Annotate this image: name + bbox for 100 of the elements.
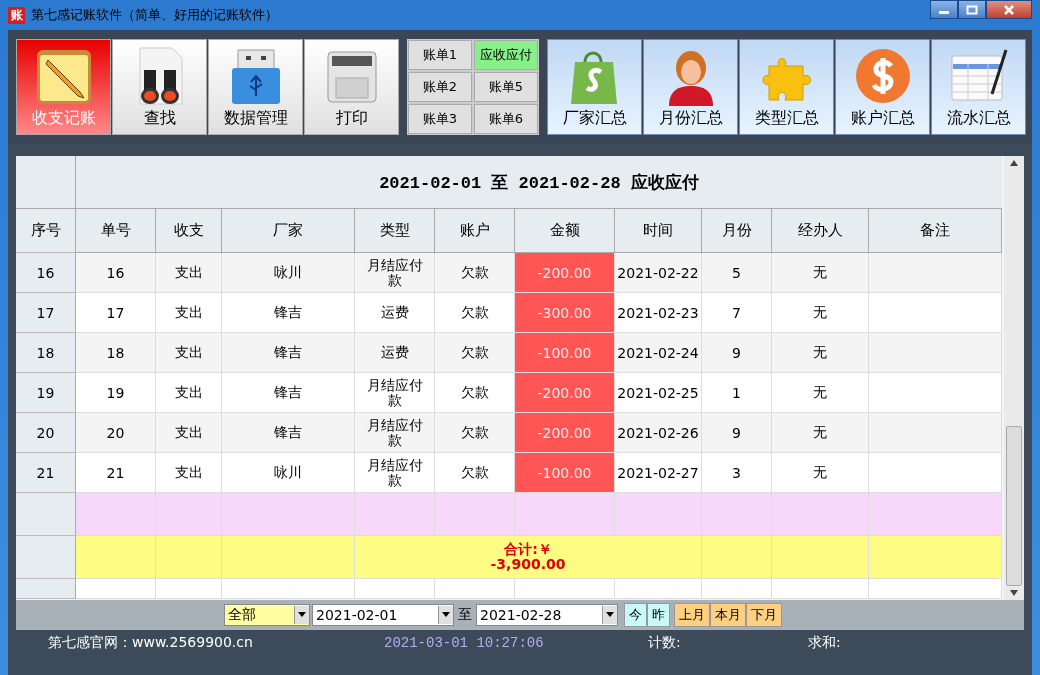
range-label: 至 bbox=[457, 606, 473, 624]
column-header: 经办人 bbox=[772, 209, 869, 253]
column-header: 类型 bbox=[355, 209, 435, 253]
vendor-cell: 咏川 bbox=[222, 253, 355, 293]
date-cell: 2021-02-23 bbox=[615, 293, 702, 333]
type-cell: 运费 bbox=[355, 333, 435, 373]
website-text: 第七感官网：www.2569900.cn bbox=[48, 634, 254, 652]
type-cell: 月结应付款 bbox=[355, 453, 435, 493]
month-button[interactable]: 上月 bbox=[674, 603, 710, 627]
account-cell: 欠款 bbox=[435, 333, 515, 373]
ledger-tab[interactable]: 账单5 bbox=[474, 72, 538, 102]
date-cell: 2021-02-24 bbox=[615, 333, 702, 373]
toolbar-button[interactable]: 数据管理 bbox=[208, 39, 303, 135]
amount-cell: -100.00 bbox=[515, 333, 615, 373]
ledger-tab[interactable]: 账单1 bbox=[408, 40, 472, 70]
column-header: 月份 bbox=[702, 209, 772, 253]
datetime-text: 2021-03-01 10:27:06 bbox=[384, 635, 545, 651]
table-cell bbox=[156, 536, 222, 579]
row-number: 21 bbox=[16, 453, 76, 493]
vendor-cell: 锋吉 bbox=[222, 373, 355, 413]
date-cell: 2021-02-25 bbox=[615, 373, 702, 413]
ledger-tab[interactable]: 应收应付 bbox=[474, 40, 538, 70]
account-cell: 欠款 bbox=[435, 373, 515, 413]
start-date-field[interactable]: 2021-02-01 bbox=[312, 604, 454, 626]
vendor-cell: 咏川 bbox=[222, 453, 355, 493]
amount-cell: -100.00 bbox=[515, 453, 615, 493]
close-button[interactable] bbox=[986, 0, 1032, 19]
amount-cell: -200.00 bbox=[515, 373, 615, 413]
month-cell: 3 bbox=[702, 453, 772, 493]
summary-button[interactable]: 月份汇总 bbox=[643, 39, 738, 135]
day-button[interactable]: 昨 bbox=[647, 603, 670, 627]
amount-cell: -200.00 bbox=[515, 413, 615, 453]
handler-cell: 无 bbox=[772, 253, 869, 293]
day-button[interactable]: 今 bbox=[624, 603, 647, 627]
column-header: 备注 bbox=[869, 209, 1002, 253]
date-cell: 2021-02-22 bbox=[615, 253, 702, 293]
order-cell: 21 bbox=[76, 453, 156, 493]
ledger-tab[interactable]: 账单6 bbox=[474, 104, 538, 134]
type-cell: 运费 bbox=[355, 293, 435, 333]
row-number: 18 bbox=[16, 333, 76, 373]
vertical-scrollbar[interactable] bbox=[1004, 156, 1024, 600]
column-header: 时间 bbox=[615, 209, 702, 253]
type-cell: 月结应付款 bbox=[355, 253, 435, 293]
direction-cell: 支出 bbox=[156, 253, 222, 293]
order-cell: 19 bbox=[76, 373, 156, 413]
table-title: 2021-02-01 至 2021-02-28 应收应付 bbox=[76, 156, 1002, 209]
sum-label: 求和: bbox=[808, 634, 841, 652]
handler-cell: 无 bbox=[772, 413, 869, 453]
close-icon bbox=[1003, 4, 1015, 15]
summary-button[interactable]: 流水汇总 bbox=[931, 39, 1026, 135]
row-number: 16 bbox=[16, 253, 76, 293]
ledger-tab[interactable]: 账单3 bbox=[408, 104, 472, 134]
summary-button[interactable]: 类型汇总 bbox=[739, 39, 834, 135]
handler-cell: 无 bbox=[772, 373, 869, 413]
account-cell: 欠款 bbox=[435, 293, 515, 333]
toolbar-button[interactable]: 查找 bbox=[112, 39, 207, 135]
month-button[interactable]: 本月 bbox=[710, 603, 746, 627]
month-cell: 1 bbox=[702, 373, 772, 413]
month-button[interactable]: 下月 bbox=[746, 603, 782, 627]
total-cell: 合计:￥ -3,900.00 bbox=[355, 536, 702, 579]
toolbar-button[interactable]: 打印 bbox=[304, 39, 399, 135]
order-cell: 18 bbox=[76, 333, 156, 373]
scroll-down-icon bbox=[1010, 590, 1018, 596]
vendor-cell: 锋吉 bbox=[222, 293, 355, 333]
account-cell: 欠款 bbox=[435, 453, 515, 493]
handler-cell: 无 bbox=[772, 333, 869, 373]
category-dropdown[interactable]: 全部 bbox=[224, 604, 310, 626]
type-cell: 月结应付款 bbox=[355, 413, 435, 453]
amount-cell: -200.00 bbox=[515, 253, 615, 293]
ledger-tab[interactable]: 账单2 bbox=[408, 72, 472, 102]
direction-cell: 支出 bbox=[156, 333, 222, 373]
count-label: 计数: bbox=[648, 634, 682, 652]
handler-cell: 无 bbox=[772, 453, 869, 493]
handler-cell: 无 bbox=[772, 293, 869, 333]
row-number: 20 bbox=[16, 413, 76, 453]
column-header: 金额 bbox=[515, 209, 615, 253]
month-cell: 7 bbox=[702, 293, 772, 333]
maximize-button[interactable] bbox=[958, 0, 986, 19]
row-header-cell bbox=[16, 536, 76, 579]
table-cell bbox=[702, 493, 772, 536]
row-number: 19 bbox=[16, 373, 76, 413]
date-cell: 2021-02-26 bbox=[615, 413, 702, 453]
direction-cell: 支出 bbox=[156, 413, 222, 453]
month-cell: 9 bbox=[702, 413, 772, 453]
column-header: 收支 bbox=[156, 209, 222, 253]
row-number: 17 bbox=[16, 293, 76, 333]
table-cell bbox=[702, 536, 772, 579]
amount-cell: -300.00 bbox=[515, 293, 615, 333]
summary-button[interactable]: 账户汇总 bbox=[835, 39, 930, 135]
month-cell: 5 bbox=[702, 253, 772, 293]
order-cell: 20 bbox=[76, 413, 156, 453]
account-cell: 欠款 bbox=[435, 253, 515, 293]
minimize-button[interactable] bbox=[930, 0, 958, 19]
end-date-field[interactable]: 2021-02-28 bbox=[476, 604, 618, 626]
direction-cell: 支出 bbox=[156, 453, 222, 493]
direction-cell: 支出 bbox=[156, 373, 222, 413]
column-header: 单号 bbox=[76, 209, 156, 253]
window-title: 第七感记账软件（简单、好用的记账软件） bbox=[31, 6, 278, 24]
column-header: 厂家 bbox=[222, 209, 355, 253]
summary-button[interactable]: 厂家汇总 bbox=[547, 39, 642, 135]
